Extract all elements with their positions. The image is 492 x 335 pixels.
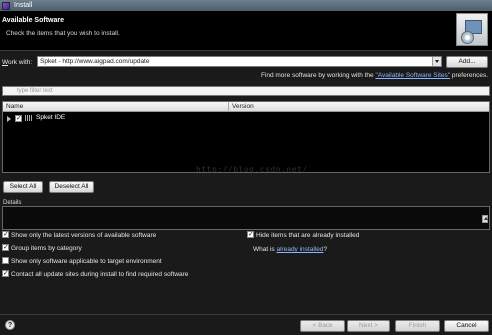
column-header-version[interactable]: Version	[232, 103, 254, 110]
already-installed-text: What is already installed?	[253, 246, 328, 253]
finish-button[interactable]: Finish	[395, 320, 440, 332]
footer-divider	[0, 314, 492, 315]
page-description: Check the items that you wish to install…	[6, 30, 120, 37]
option-latest-versions[interactable]: Show only the latest versions of availab…	[2, 230, 156, 239]
cd-disc-icon	[461, 31, 474, 44]
work-with-value: Spket - http://www.aigpad.com/update	[40, 58, 150, 65]
option-contact-update-sites[interactable]: Contact all update sites during install …	[2, 269, 188, 278]
next-button[interactable]: Next >	[347, 320, 390, 332]
find-more-text: Find more software by working with the "…	[260, 72, 488, 79]
chevron-down-icon[interactable]	[432, 57, 441, 66]
cancel-button[interactable]: Cancel	[444, 320, 489, 332]
tree-row[interactable]: Spket IDE	[3, 114, 489, 124]
already-installed-link[interactable]: already installed	[276, 246, 323, 253]
select-all-button[interactable]: Select All	[3, 181, 43, 193]
window-titlebar: Install	[0, 0, 492, 11]
checkbox[interactable]	[2, 269, 9, 277]
deselect-all-button[interactable]: Deselect All	[49, 181, 94, 193]
add-site-button[interactable]: Add...	[446, 56, 488, 68]
work-with-label: Work with:	[2, 59, 33, 66]
back-button[interactable]: < Back	[300, 320, 345, 332]
feature-group-icon	[25, 115, 32, 121]
column-header-name[interactable]: Name	[6, 103, 23, 110]
checkbox[interactable]	[2, 257, 9, 264]
checkbox[interactable]	[2, 243, 9, 251]
expand-arrow-icon[interactable]	[7, 116, 11, 122]
tree-header: Name Version	[3, 102, 489, 112]
option-target-environment[interactable]: Show only software applicable to target …	[2, 257, 162, 265]
feature-name: Spket IDE	[36, 114, 66, 121]
checkbox[interactable]	[2, 230, 9, 238]
help-icon[interactable]: ?	[5, 320, 15, 330]
details-panel	[2, 206, 490, 230]
checkbox[interactable]	[247, 230, 254, 238]
software-tree[interactable]: Name Version Spket IDE	[2, 101, 490, 173]
install-wizard-icon	[456, 13, 488, 46]
wizard-header: Available Software Check the items that …	[0, 11, 492, 51]
filter-input[interactable]: type filter text	[2, 86, 490, 96]
work-with-combo[interactable]: Spket - http://www.aigpad.com/update	[37, 56, 442, 67]
scroll-up-icon[interactable]	[482, 215, 488, 223]
filter-placeholder: type filter text	[17, 88, 53, 94]
feature-checkbox[interactable]	[15, 114, 22, 122]
watermark-text: http://blog.csdn.net/	[196, 165, 308, 174]
app-icon	[2, 1, 10, 10]
column-divider[interactable]	[228, 102, 229, 112]
option-group-by-category[interactable]: Group items by category	[2, 243, 82, 252]
option-hide-installed[interactable]: Hide items that are already installed	[247, 230, 359, 239]
window-title: Install	[14, 2, 33, 9]
available-software-sites-link[interactable]: "Available Software Sites"	[375, 72, 450, 79]
page-title: Available Software	[2, 17, 64, 24]
